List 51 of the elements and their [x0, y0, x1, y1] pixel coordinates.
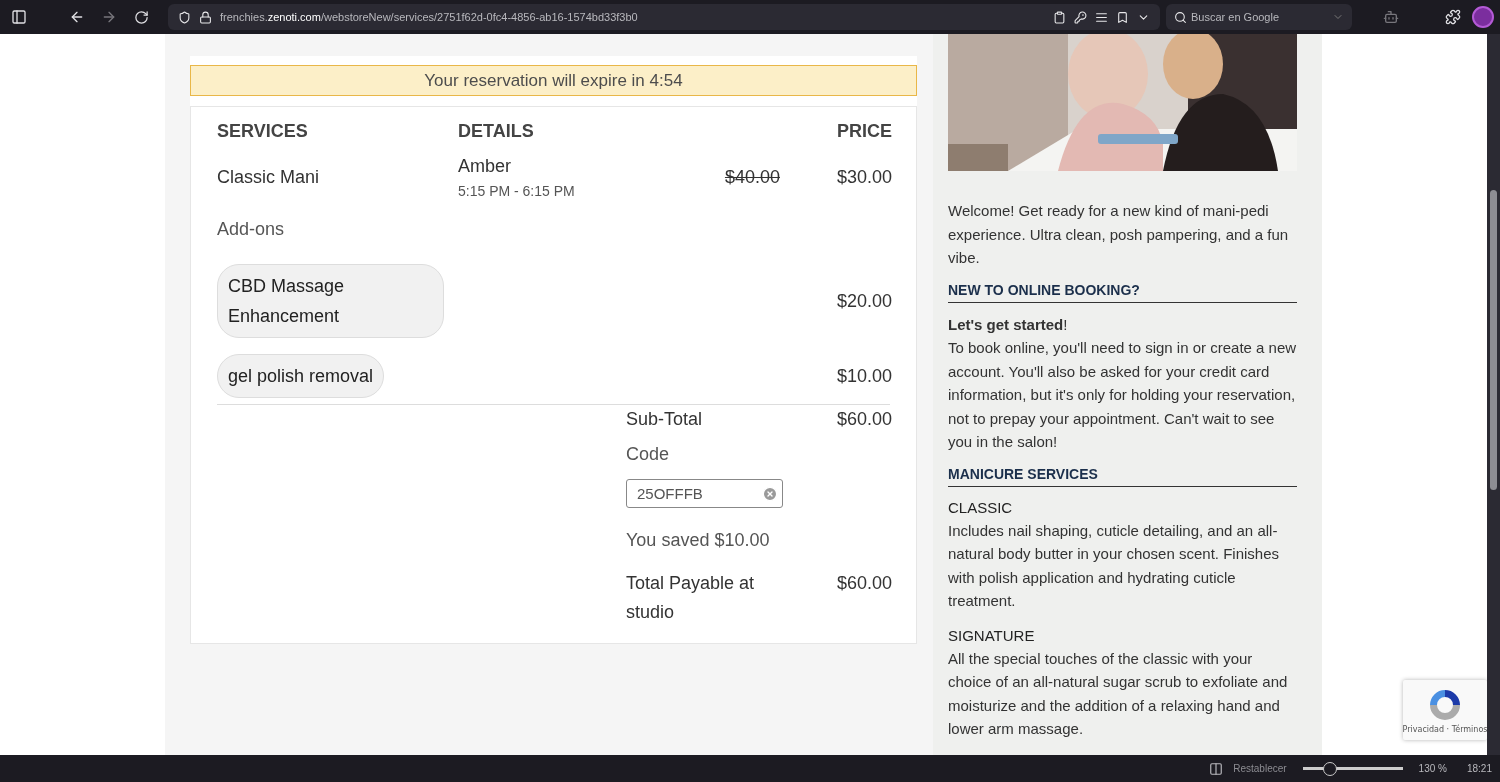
bookmark-icon[interactable]	[1116, 10, 1129, 24]
column-header: SERVICES	[217, 121, 309, 142]
intro-text: Let's get started!	[948, 314, 1069, 335]
clear-icon[interactable]	[762, 485, 778, 502]
service-title: SIGNATURE	[948, 625, 1036, 646]
lock-icon	[199, 10, 212, 24]
column-header: PRICE	[836, 121, 892, 142]
section-heading: MANICURE SERVICES	[948, 465, 1297, 487]
paragraph: Welcome! Get ready for a new kind of mani-pedi experience. Ultra clean, posh pampering, and a fun vibe.	[948, 201, 1290, 268]
savings-text: You saved $10.00	[626, 530, 771, 551]
reader-icon[interactable]	[1095, 10, 1108, 24]
clipboard-icon[interactable]	[1053, 10, 1066, 24]
paragraph: Includes nail shaping, cuticle detailing, and an all-natural body butter in your chosen scent. Finishes with polish application and hydrating cuticle treatment.	[948, 520, 1281, 611]
total-value: $60.00	[835, 572, 892, 595]
price: $30.00	[835, 167, 892, 188]
code-label: Code	[626, 444, 671, 465]
back-icon[interactable]	[69, 9, 85, 25]
clock: 18:21	[1466, 763, 1492, 774]
recaptcha-badge[interactable]: Privacidad · Términos	[1403, 680, 1487, 740]
original-price: $40.00	[723, 167, 780, 188]
addon-chip: gel polish removal	[217, 354, 385, 398]
service-name: Classic Mani	[217, 167, 321, 188]
zoom-slider-thumb[interactable]	[1323, 761, 1338, 776]
price: $10.00	[835, 365, 892, 387]
promo-code-field[interactable]: 25OFFFB	[626, 479, 783, 508]
scrollbar[interactable]	[1487, 34, 1500, 755]
staff-name: Amber	[458, 156, 511, 176]
price: $20.00	[835, 290, 892, 312]
addons-label: Add-ons	[217, 219, 285, 239]
total-label: Total Payable at studio	[626, 572, 756, 624]
subtotal-label: Sub-Total	[626, 409, 704, 430]
section-heading: NEW TO ONLINE BOOKING?	[948, 281, 1297, 303]
address-bar[interactable]: frenchies.zenoti.com/webstoreNew/services/2751f62d-0fc4-4856-ab16-1574bd33f3b0	[168, 4, 1160, 30]
reset-zoom-link[interactable]: Restablecer	[1233, 763, 1287, 774]
shield-icon	[178, 10, 191, 24]
key-icon[interactable]	[1074, 10, 1087, 24]
avatar[interactable]	[1472, 6, 1494, 28]
zoom-level: 130 %	[1418, 763, 1447, 774]
service-title: CLASSIC	[948, 497, 1014, 518]
appointment-time: 5:15 PM - 6:15 PM	[458, 183, 576, 199]
reload-icon[interactable]	[133, 9, 149, 25]
search-field[interactable]: Buscar en Google	[1166, 4, 1352, 30]
addon-chip: CBD Massage Enhancement	[217, 264, 444, 338]
column-header: DETAILS	[458, 121, 535, 142]
recaptcha-links[interactable]: Privacidad · Términos	[1402, 724, 1488, 734]
split-view-icon[interactable]	[1209, 761, 1224, 776]
paragraph: To book online, you'll need to sign in or create a new account. You'll also be asked for your credit card information, but it's only for holding your reservation, not to prepay your appointment. Can't wait to see you in the salon!	[948, 338, 1297, 452]
search-icon	[1174, 10, 1187, 24]
subtotal-value: $60.00	[835, 409, 892, 430]
reservation-timer: Your reservation will expire in 4:54	[190, 65, 917, 96]
paragraph: All the special touches of the classic with your choice of an all-natural sugar scrub to exfoliate and moisturize and the addition of a relaxing hand and lower arm massage.	[948, 648, 1289, 739]
